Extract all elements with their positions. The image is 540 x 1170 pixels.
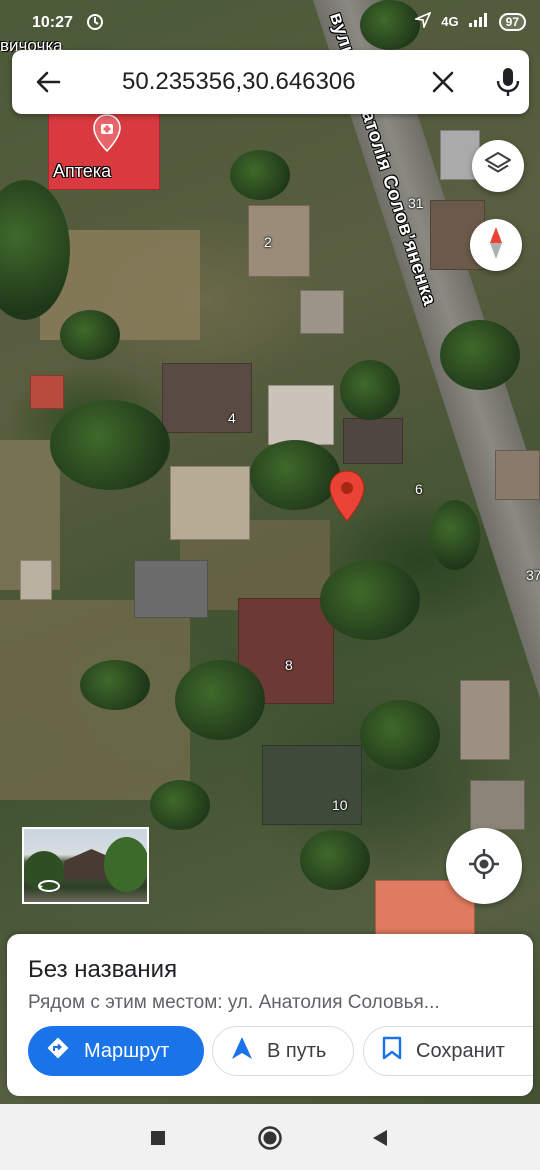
tree	[440, 320, 520, 390]
start-navigation-label: В путь	[267, 1039, 327, 1062]
status-bar: 10:27 4G 97	[0, 0, 540, 46]
tree	[60, 310, 120, 360]
house-roof	[20, 560, 52, 600]
layers-button[interactable]	[472, 140, 524, 192]
directions-icon	[28, 1036, 84, 1066]
house-roof	[470, 780, 525, 830]
system-navigation-bar	[0, 1104, 540, 1170]
house-roof	[248, 205, 310, 277]
house-roof	[268, 385, 334, 445]
tree	[50, 400, 170, 490]
recents-icon[interactable]	[150, 1130, 166, 1151]
dropped-pin-icon[interactable]	[328, 470, 366, 527]
tree	[300, 830, 370, 890]
status-right: 4G 97	[413, 11, 526, 31]
pharmacy-label[interactable]: Аптека	[53, 161, 111, 182]
status-time: 10:27	[32, 14, 73, 31]
save-button[interactable]: Сохранит	[363, 1026, 533, 1076]
tree	[340, 360, 400, 420]
compass-button[interactable]	[470, 219, 522, 271]
house-roof	[30, 375, 64, 409]
pharmacy-poi-icon[interactable]	[92, 114, 122, 157]
house-roof	[343, 418, 403, 464]
tree	[320, 560, 420, 640]
search-query[interactable]: 50.235356,30.646306	[122, 68, 356, 96]
arrow-back-icon[interactable]	[34, 68, 62, 96]
battery-indicator: 97	[498, 12, 526, 31]
back-icon[interactable]	[372, 1129, 388, 1152]
house-number: 10	[332, 797, 348, 813]
location-arrow-icon	[413, 11, 432, 31]
tree	[430, 500, 480, 570]
house-roof	[170, 466, 250, 540]
house-number: 31	[408, 195, 424, 211]
search-bar[interactable]: 50.235356,30.646306	[12, 50, 529, 114]
tree	[80, 660, 150, 710]
house-roof	[162, 363, 252, 433]
signal-bars-icon	[468, 13, 489, 30]
street-view-thumbnail[interactable]	[22, 827, 149, 904]
tree	[230, 150, 290, 200]
my-location-icon	[468, 848, 500, 885]
street-view-rotate-icon	[36, 877, 62, 900]
house-number: 8	[285, 657, 293, 673]
navigation-arrow-icon	[213, 1036, 267, 1066]
home-icon[interactable]	[257, 1125, 283, 1156]
start-navigation-button[interactable]: В путь	[212, 1026, 354, 1076]
place-sheet[interactable]: Без названия Рядом с этим местом: ул. Ан…	[7, 934, 533, 1096]
microphone-icon[interactable]	[494, 66, 522, 98]
place-title: Без названия	[28, 956, 178, 983]
street-view-tree	[104, 837, 147, 892]
layers-icon	[484, 150, 512, 183]
house-number: 2	[264, 234, 272, 250]
notification-icon	[86, 13, 104, 36]
house-number: 4	[228, 410, 236, 426]
compass-icon	[483, 225, 509, 266]
house-roof	[262, 745, 362, 825]
network-type: 4G	[441, 14, 459, 29]
tree	[250, 440, 340, 510]
my-location-button[interactable]	[446, 828, 522, 904]
house-number: 37	[526, 567, 540, 583]
place-subtitle: Рядом с этим местом: ул. Анатолия Соловь…	[28, 992, 440, 1013]
tree	[150, 780, 210, 830]
house-roof	[300, 290, 344, 334]
house-roof	[495, 450, 540, 500]
tree	[360, 700, 440, 770]
house-number: 6	[415, 481, 423, 497]
directions-button[interactable]: Маршрут	[28, 1026, 204, 1076]
tree	[175, 660, 265, 740]
save-label: Сохранит	[416, 1039, 505, 1062]
house-roof	[460, 680, 510, 760]
directions-label: Маршрут	[84, 1039, 170, 1062]
house-roof	[134, 560, 208, 618]
close-icon[interactable]	[430, 69, 456, 95]
bookmark-icon	[364, 1036, 416, 1066]
